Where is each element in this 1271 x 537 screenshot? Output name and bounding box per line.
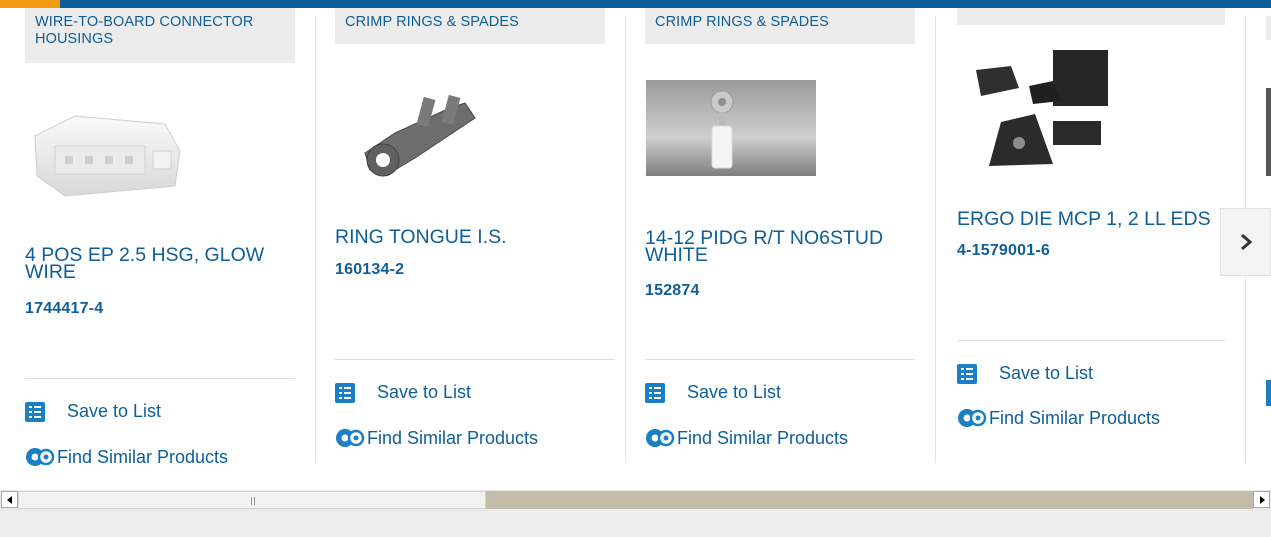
- divider-line: [25, 378, 295, 379]
- card-divider: [625, 16, 626, 463]
- checklist-icon: [25, 401, 45, 422]
- gears-icon: [958, 409, 987, 427]
- footer-band: [0, 511, 1271, 537]
- save-to-list-label: Save to List: [999, 363, 1094, 383]
- gears-icon: [26, 448, 55, 466]
- partial-card-category: [1266, 16, 1271, 40]
- partial-card-icon: [1266, 380, 1271, 406]
- save-to-list-label: Save to List: [687, 382, 782, 402]
- scrollbar-track[interactable]: [486, 491, 1253, 509]
- category-label[interactable]: CRIMP RINGS & SPADES: [335, 8, 605, 44]
- product-carousel: WIRE-TO-BOARD CONNECTOR HOUSINGS 4 POS E…: [0, 8, 1271, 484]
- find-similar-button[interactable]: Find Similar Products: [957, 406, 1160, 430]
- scroll-left-button[interactable]: [1, 491, 18, 508]
- card-divider: [315, 16, 316, 463]
- divider-line: [335, 359, 615, 360]
- part-number[interactable]: 1744417-4: [25, 300, 103, 318]
- product-image[interactable]: [25, 96, 195, 201]
- active-indicator: [0, 0, 60, 8]
- divider-line: [957, 340, 1225, 341]
- find-similar-label: Find Similar Products: [989, 407, 1161, 428]
- arrow-right-icon: [1259, 495, 1265, 504]
- part-number[interactable]: 160134-2: [335, 261, 404, 279]
- gears-icon: [646, 429, 675, 447]
- product-image[interactable]: [335, 78, 505, 183]
- product-image[interactable]: [646, 80, 816, 176]
- product-image[interactable]: [971, 46, 1121, 171]
- find-similar-button[interactable]: Find Similar Products: [335, 426, 538, 450]
- save-to-list-button[interactable]: Save to List: [645, 382, 781, 403]
- gears-icon: [336, 429, 365, 447]
- arrow-left-icon: [6, 495, 12, 504]
- top-accent-bar: [0, 0, 1271, 8]
- part-number[interactable]: 4-1579001-6: [957, 242, 1050, 260]
- find-similar-label: Find Similar Products: [367, 427, 539, 448]
- product-title[interactable]: ERGO DIE MCP 1, 2 LL EDS: [957, 209, 1227, 229]
- find-similar-label: Find Similar Products: [57, 446, 229, 467]
- product-card: ERGO DIE MCP 1, 2 LL EDS 4-1579001-6 Sav…: [957, 8, 1227, 463]
- checklist-icon: [645, 382, 665, 403]
- category-label[interactable]: WIRE-TO-BOARD CONNECTOR HOUSINGS: [25, 8, 295, 63]
- product-card: CRIMP RINGS & SPADES 14-12 PIDG R/T NO6S…: [645, 8, 925, 463]
- save-to-list-button[interactable]: Save to List: [25, 401, 161, 422]
- card-divider: [935, 16, 936, 463]
- find-similar-button[interactable]: Find Similar Products: [25, 445, 228, 469]
- find-similar-button[interactable]: Find Similar Products: [645, 426, 848, 450]
- category-label[interactable]: CRIMP RINGS & SPADES: [645, 8, 915, 44]
- scroll-right-button[interactable]: [1253, 491, 1270, 508]
- grip-icon: [251, 497, 257, 505]
- product-title[interactable]: 4 POS EP 2.5 HSG, GLOW WIRE: [25, 245, 295, 282]
- partial-card-image: [1266, 88, 1271, 176]
- scrollbar-thumb[interactable]: [18, 491, 486, 509]
- product-title[interactable]: 14-12 PIDG R/T NO6STUD WHITE: [645, 228, 915, 265]
- product-card: CRIMP RINGS & SPADES RING TONGUE I.S. 16…: [335, 8, 615, 463]
- divider-line: [645, 359, 915, 360]
- part-number[interactable]: 152874: [645, 282, 700, 300]
- category-label[interactable]: [957, 8, 1225, 25]
- checklist-icon: [335, 382, 355, 403]
- save-to-list-button[interactable]: Save to List: [957, 363, 1093, 384]
- save-to-list-label: Save to List: [377, 382, 472, 402]
- product-card: WIRE-TO-BOARD CONNECTOR HOUSINGS 4 POS E…: [25, 8, 305, 467]
- find-similar-label: Find Similar Products: [677, 427, 849, 448]
- save-to-list-button[interactable]: Save to List: [335, 382, 471, 403]
- carousel-next-button[interactable]: [1220, 208, 1271, 276]
- product-title[interactable]: RING TONGUE I.S.: [335, 227, 605, 247]
- chevron-right-icon: [1240, 233, 1252, 251]
- horizontal-scrollbar[interactable]: [0, 490, 1271, 511]
- save-to-list-label: Save to List: [67, 401, 162, 421]
- checklist-icon: [957, 363, 977, 384]
